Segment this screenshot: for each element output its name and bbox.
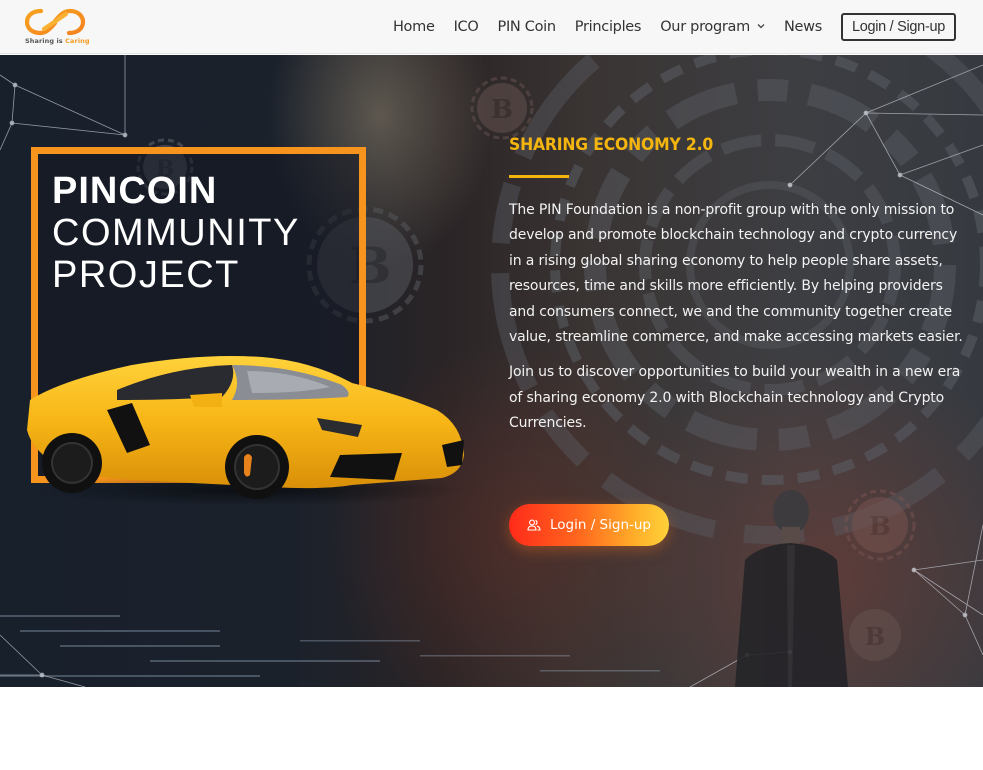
hero-content: SHARING ECONOMY 2.0 The PIN Foundation i… — [509, 135, 964, 437]
sports-car-image — [27, 356, 467, 505]
site-header: Sharing is Caring Home ICO PIN Coin Prin… — [0, 0, 983, 54]
infinity-loop-icon — [24, 8, 86, 36]
site-logo[interactable]: Sharing is Caring — [24, 7, 90, 47]
nav-home[interactable]: Home — [393, 19, 435, 35]
nav-pin-coin[interactable]: PIN Coin — [498, 19, 557, 35]
project-title-line3: PROJECT — [52, 254, 240, 296]
chevron-down-icon — [757, 22, 765, 32]
page-below-hero — [0, 687, 983, 770]
svg-text:B: B — [869, 512, 891, 542]
logo-tagline: Sharing is Caring — [25, 37, 90, 45]
project-title-line1: PINCOIN — [52, 170, 218, 212]
nav-ico[interactable]: ICO — [454, 19, 479, 35]
project-title: PINCOIN COMMUNITY PROJECT — [52, 170, 300, 296]
main-nav: Home ICO PIN Coin Principles Our program… — [393, 11, 956, 43]
nav-news[interactable]: News — [784, 19, 822, 35]
nav-principles[interactable]: Principles — [575, 19, 642, 35]
nav-our-program-label: Our program — [660, 19, 750, 35]
nav-our-program[interactable]: Our program — [660, 19, 765, 35]
hero-section: B B B B B — [0, 55, 983, 687]
header-login-button[interactable]: Login / Sign-up — [840, 13, 956, 41]
hero-login-button[interactable]: Login / Sign-up — [509, 504, 669, 546]
man-silhouette-image — [735, 490, 848, 687]
hero-login-label: Login / Sign-up — [550, 517, 651, 533]
svg-text:B: B — [491, 95, 513, 125]
city-lights-decoration — [0, 615, 660, 677]
kicker-underline — [509, 175, 569, 178]
section-kicker: SHARING ECONOMY 2.0 — [509, 135, 714, 155]
intro-paragraph: The PIN Foundation is a non-profit group… — [509, 202, 963, 346]
join-paragraph: Join us to discover opportunities to bui… — [509, 364, 961, 432]
users-icon — [527, 519, 541, 531]
project-title-line2: COMMUNITY — [52, 212, 300, 254]
svg-text:B: B — [865, 622, 885, 651]
